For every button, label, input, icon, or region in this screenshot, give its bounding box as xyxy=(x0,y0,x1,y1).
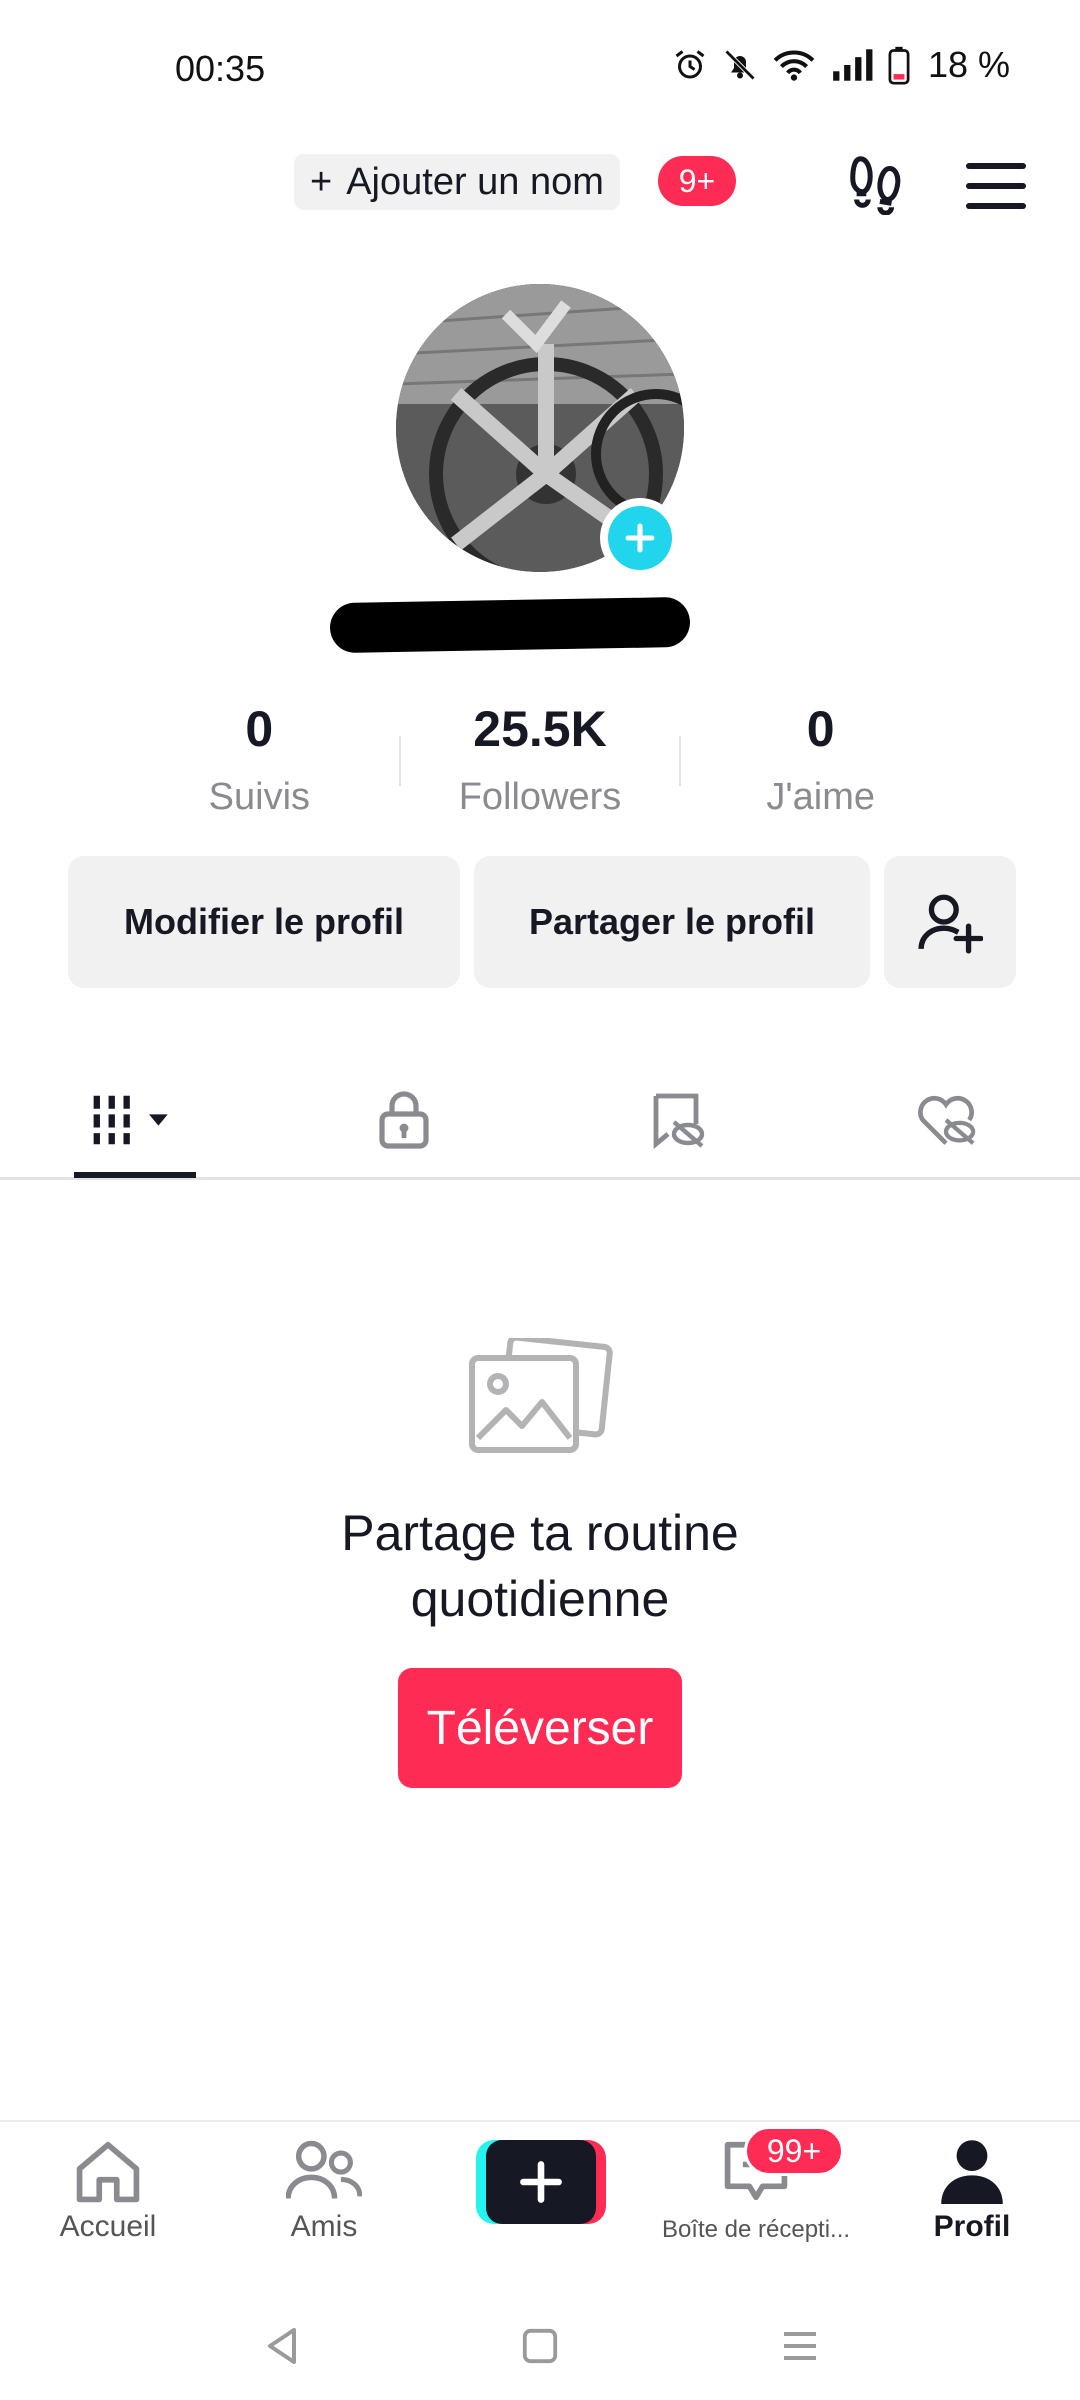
stat-following-label: Suivis xyxy=(208,776,311,818)
stat-likes[interactable]: 0 J'aime xyxy=(681,700,960,830)
add-name-label: Ajouter un nom xyxy=(346,160,604,203)
stat-followers[interactable]: 25.5K Followers xyxy=(401,700,680,830)
friends-icon xyxy=(286,2140,362,2199)
recents-lines-icon xyxy=(784,2332,816,2360)
tab-private[interactable] xyxy=(344,1080,464,1160)
profile-actions: Modifier le profil Partager le profil xyxy=(68,856,1016,988)
bottom-nav: Accueil Amis Boîte de récepti... Profil xyxy=(0,2120,1080,2290)
alarm-icon xyxy=(675,50,705,79)
stat-followers-value: 25.5K xyxy=(473,701,607,757)
lock-icon xyxy=(379,1091,429,1149)
add-name-button[interactable]: + Ajouter un nom xyxy=(294,154,620,210)
stat-following[interactable]: 0 Suivis xyxy=(120,700,399,830)
nav-home-label: Accueil xyxy=(59,2210,157,2243)
tab-hidden-saved[interactable] xyxy=(616,1080,736,1160)
add-friend-button[interactable] xyxy=(884,856,1016,988)
menu-icon xyxy=(966,163,1026,209)
profile-icon xyxy=(941,2140,1003,2204)
empty-state-image-icon xyxy=(466,1334,614,1458)
signal-icon xyxy=(833,49,873,81)
empty-state-title-line2: quotidienne xyxy=(410,1571,670,1627)
create-button-core xyxy=(486,2140,596,2224)
empty-state-title: Partage ta routine quotidienne xyxy=(0,1500,1080,1632)
active-tab-indicator xyxy=(74,1172,196,1178)
back-triangle-icon xyxy=(268,2328,296,2364)
share-profile-button[interactable]: Partager le profil xyxy=(474,856,870,988)
content-tabs xyxy=(0,1060,1080,1180)
create-button[interactable] xyxy=(476,2140,606,2224)
tab-hidden-liked[interactable] xyxy=(886,1080,1006,1160)
nav-inbox-label: Boîte de récepti... xyxy=(661,2216,851,2243)
nav-friends[interactable]: Amis xyxy=(216,2138,432,2244)
hidden-saved-icon xyxy=(653,1093,705,1150)
battery-percent: 18 % xyxy=(927,44,1010,85)
status-icons: 18 % xyxy=(672,44,1010,86)
grid-icon xyxy=(93,1095,168,1145)
system-home-button[interactable] xyxy=(510,2316,570,2376)
stat-followers-label: Followers xyxy=(458,776,622,818)
nav-home[interactable]: Accueil xyxy=(0,2138,216,2244)
empty-state-title-line1: Partage ta routine xyxy=(341,1505,739,1561)
system-back-button[interactable] xyxy=(252,2316,312,2376)
stat-likes-value: 0 xyxy=(806,701,835,757)
stats-row: 0 Suivis 25.5K Followers 0 J'aime xyxy=(120,700,960,830)
inbox-badge: 99+ xyxy=(744,2126,844,2176)
add-name-plus: + xyxy=(310,160,333,203)
footprints-icon xyxy=(850,156,901,215)
status-time: 00:35 xyxy=(175,48,266,89)
footprints-button[interactable] xyxy=(840,148,912,220)
nav-profile[interactable]: Profil xyxy=(864,2138,1080,2244)
add-name-badge: 9+ xyxy=(658,156,736,206)
wifi-icon xyxy=(773,50,815,81)
tab-videos[interactable] xyxy=(76,1080,196,1160)
menu-button[interactable] xyxy=(960,150,1032,222)
image-icon xyxy=(469,1334,613,1453)
plus-icon xyxy=(625,523,655,553)
edit-profile-button[interactable]: Modifier le profil xyxy=(68,856,460,988)
username-redaction xyxy=(329,596,691,654)
hidden-liked-icon xyxy=(918,1095,976,1145)
plus-icon xyxy=(520,2161,562,2203)
avatar-add-button[interactable] xyxy=(600,498,680,578)
top-bar: + Ajouter un nom 9+ xyxy=(0,140,1080,280)
nav-profile-label: Profil xyxy=(933,2210,1011,2243)
add-friend-icon xyxy=(918,894,983,954)
upload-button[interactable]: Téléverser xyxy=(398,1668,682,1788)
status-bar: 00:35 18 % xyxy=(0,0,1080,140)
stat-likes-label: J'aime xyxy=(766,776,875,818)
avatar-add-circle xyxy=(608,506,672,570)
nav-friends-label: Amis xyxy=(290,2210,358,2243)
system-nav xyxy=(0,2290,1080,2400)
system-recents-button[interactable] xyxy=(770,2316,830,2376)
battery-icon xyxy=(888,46,910,85)
mute-bell-icon xyxy=(724,49,756,81)
home-square-icon xyxy=(522,2328,558,2364)
stat-following-value: 0 xyxy=(245,701,274,757)
home-icon xyxy=(76,2141,140,2203)
